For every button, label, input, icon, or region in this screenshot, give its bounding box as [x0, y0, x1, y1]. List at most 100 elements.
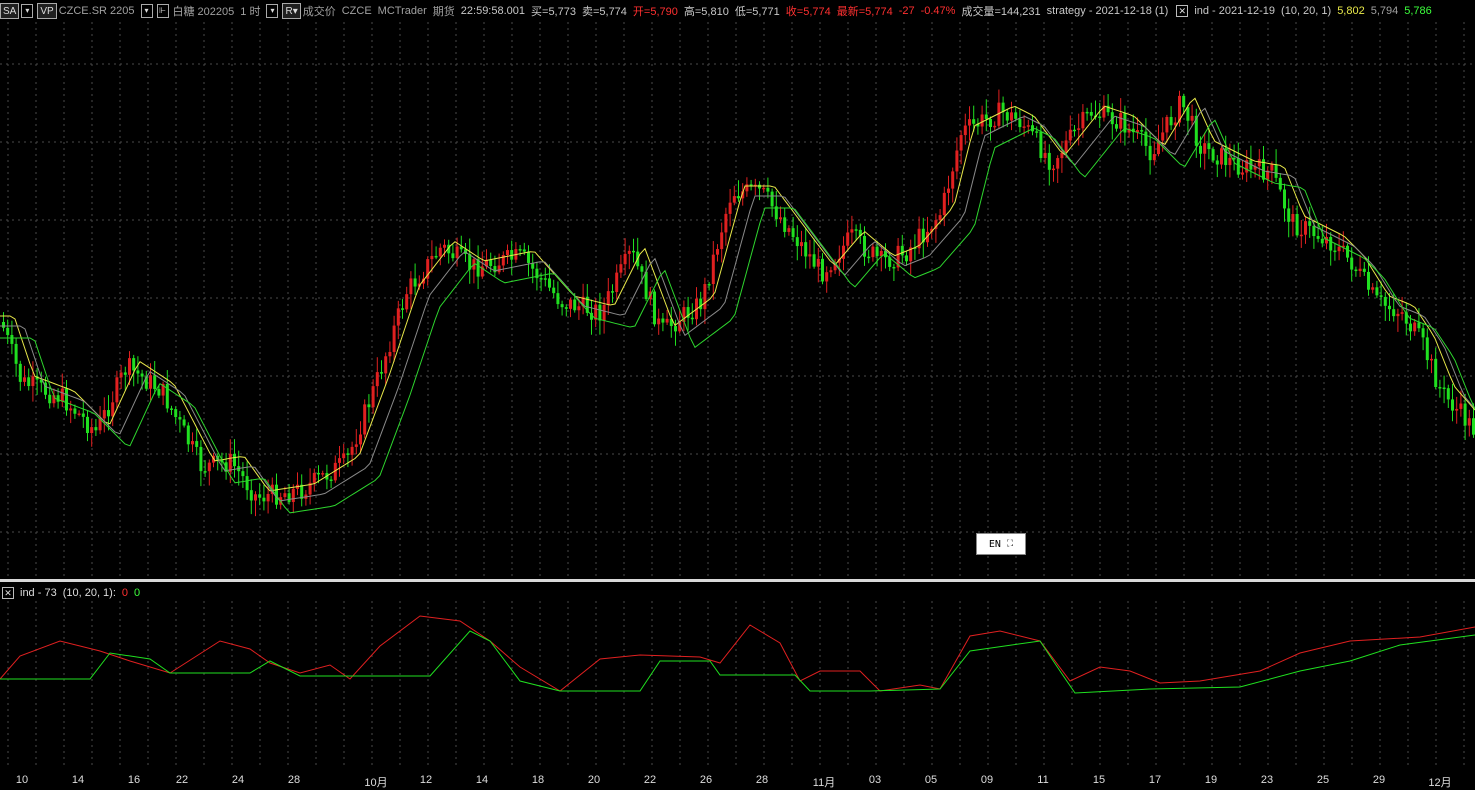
candle-body [1304, 221, 1307, 235]
symbol-label[interactable]: CZCE.SR 2205 [59, 5, 135, 17]
candle-body [1005, 112, 1009, 121]
vp-button[interactable]: VP [37, 3, 57, 19]
candle-body [556, 293, 560, 305]
ind-label[interactable]: ind - 2021-12-19 [1194, 5, 1275, 17]
candle-body [1148, 145, 1152, 161]
candle-body [56, 395, 60, 402]
chart-type-icon[interactable]: ⊩ [156, 4, 169, 18]
candle-body [527, 251, 530, 263]
symbol-dropdown-icon[interactable]: ▾ [140, 4, 153, 18]
ma-slow-line [0, 119, 1475, 514]
candle-body [287, 493, 291, 503]
candle-body [1383, 296, 1387, 306]
candle-body [522, 249, 526, 252]
candle-body [804, 242, 808, 257]
candle-body [338, 458, 341, 463]
candle-body [800, 242, 803, 247]
time-axis-label: 18 [531, 774, 545, 786]
candle-body [598, 304, 602, 321]
candle-body [611, 291, 614, 293]
candle-body [266, 493, 270, 502]
candle-body [77, 413, 81, 416]
time-label: 22:59:58.001 [460, 5, 526, 17]
indicator-chart[interactable] [0, 601, 1475, 769]
bid-label: 买=5,773 [531, 6, 576, 18]
candle-body [258, 494, 262, 498]
pane-divider[interactable] [0, 579, 1475, 582]
sa-dropdown-icon[interactable]: ▾ [21, 4, 34, 18]
time-axis-label: 16 [127, 774, 141, 786]
candle-body [317, 472, 320, 475]
time-axis-label: 28 [755, 774, 769, 786]
candle-body [724, 213, 728, 233]
candle-body [1291, 214, 1295, 222]
candle-body [1375, 287, 1379, 296]
time-axis-label: 03 [868, 774, 882, 786]
candle-body [1165, 116, 1169, 133]
candle-body [1442, 387, 1446, 390]
close-indicator-pane-icon[interactable]: ✕ [2, 587, 14, 599]
candle-body [728, 202, 732, 214]
candle-body [312, 472, 316, 483]
chart-toolbar: SA ▾ VP CZCE.SR 2205 ▾ ⊩ 白糖 202205 1 时 ▾… [0, 0, 1475, 22]
close-indicator-icon[interactable]: ✕ [1176, 5, 1189, 17]
candle-body [1409, 323, 1412, 332]
price-chart[interactable] [0, 22, 1475, 578]
exchange-label: CZCE [341, 5, 372, 17]
candle-body [359, 434, 362, 445]
candle-body [779, 217, 782, 220]
candle-body [1316, 236, 1320, 239]
candle-body [1459, 403, 1463, 409]
candle-body [1052, 168, 1055, 171]
candle-body [716, 249, 719, 255]
candle-body [405, 294, 409, 310]
candle-body [846, 232, 850, 246]
candle-body [711, 254, 715, 285]
candle-body [195, 441, 199, 447]
candle-body [443, 244, 446, 248]
low-label: 低=5,771 [734, 6, 780, 18]
candle-body [1161, 132, 1165, 141]
candle-body [157, 389, 161, 396]
candle-body [1098, 116, 1102, 118]
time-axis-label: 23 [1260, 774, 1274, 786]
candle-body [812, 254, 816, 267]
candle-body [1430, 358, 1433, 361]
candle-body [623, 253, 627, 265]
time-axis-label: 22 [175, 774, 189, 786]
candle-body [401, 308, 404, 310]
candle-body [573, 299, 577, 311]
candle-body [451, 253, 455, 259]
time-axis-label: 10月 [364, 777, 388, 789]
ind-value-3: 5,786 [1404, 5, 1432, 17]
candle-body [1299, 234, 1303, 237]
indicator-params: (10, 20, 1): [62, 587, 116, 599]
time-axis-label: 26 [699, 774, 713, 786]
interval-dropdown-icon[interactable]: ▾ [266, 4, 279, 18]
candle-body [396, 308, 400, 326]
candle-body [938, 215, 942, 221]
candle-body [1152, 154, 1156, 161]
sa-button[interactable]: SA [0, 3, 20, 19]
ime-language-badge[interactable]: EN ⛶ [976, 533, 1026, 555]
candle-body [1467, 418, 1471, 426]
candle-body [1035, 131, 1039, 133]
candle-body [321, 473, 325, 475]
candle-body [111, 402, 115, 417]
candle-body [254, 494, 257, 501]
candle-body [1056, 158, 1060, 169]
time-axis-label: 19 [1204, 774, 1218, 786]
candle-body [245, 476, 249, 491]
candle-body [984, 114, 988, 119]
candle-body [102, 410, 106, 419]
interval-label[interactable]: 1 时 [240, 3, 260, 19]
time-axis-label: 25 [1316, 774, 1330, 786]
candle-body [1043, 152, 1047, 158]
indicator-red-line [0, 615, 1475, 692]
ask-label: 卖=5,774 [581, 6, 627, 18]
strategy-label[interactable]: strategy - 2021-12-18 (1) [1047, 5, 1169, 17]
candle-body [548, 278, 551, 288]
r-button[interactable]: R ▾ [282, 3, 301, 19]
indicator-title[interactable]: ind - 73 [20, 587, 57, 599]
candle-body [1417, 322, 1421, 329]
